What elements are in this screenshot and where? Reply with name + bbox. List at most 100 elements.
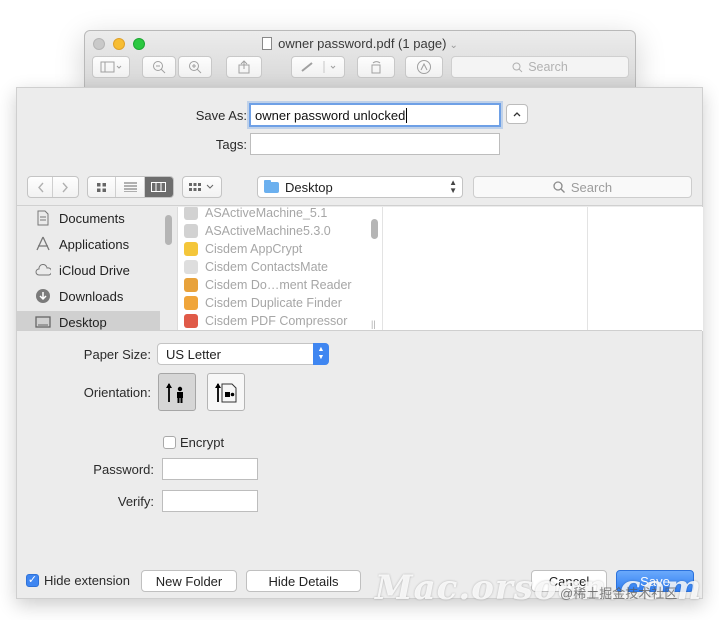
pen-icon [301,61,336,73]
zoom-in-button[interactable] [178,56,212,78]
list-item[interactable]: Cisdem AppCrypt [184,240,302,258]
save-header: Save As: owner password unlocked Tags: [17,88,702,166]
markup-button[interactable] [291,56,345,78]
desktop-icon [35,314,51,330]
pdf-document-icon [262,37,273,50]
finder-search-field[interactable]: Search [473,176,692,198]
list-view-button[interactable] [116,177,145,197]
grid-icon [97,182,107,192]
divider [17,330,702,331]
column-scrollbar[interactable] [371,219,378,239]
finder-search-placeholder: Search [570,179,613,195]
paper-size-label: Paper Size: [83,347,151,362]
file-name: Cisdem ContactsMate [205,260,328,274]
save-as-field[interactable]: owner password unlocked [249,103,501,127]
chevron-left-icon [37,182,44,192]
sidebar-view-button[interactable] [92,56,130,78]
column-view-button[interactable] [144,177,173,197]
watermark-caption: @稀土掘金技术社区 [560,586,678,601]
sidebar-item-label: Applications [59,236,130,252]
hide-extension-label: Hide extension [44,573,130,588]
list-item[interactable]: Cisdem Duplicate Finder [184,294,342,312]
sidebar-item-label: Desktop [59,314,107,330]
updown-arrows-icon: ▲ ▼ [313,343,329,365]
icon-view-button[interactable] [88,177,117,197]
hide-details-button[interactable]: Hide Details [246,570,361,592]
paper-size-value: US Letter [166,346,221,362]
encrypt-checkbox[interactable] [163,436,176,449]
file-name: Cisdem Duplicate Finder [205,296,342,310]
column-resize-handle[interactable]: || [371,319,376,329]
chevron-up-icon [513,112,521,117]
location-popup[interactable]: Desktop ▲ ▼ [257,176,463,198]
window-title: owner password.pdf (1 page) ⌄ [85,36,635,51]
file-name: ASActiveMachine_5.1 [205,207,328,220]
arrange-icon [189,183,214,191]
hide-extension-checkbox[interactable]: ✓ [26,574,39,587]
annotate-button[interactable] [405,56,443,78]
sidebar-item-desktop[interactable]: Desktop [17,311,160,331]
landscape-icon [215,383,237,403]
paper-size-popup[interactable]: US Letter ▲ ▼ [157,343,329,365]
list-item[interactable]: Cisdem ContactsMate [184,258,328,276]
zoom-out-icon [153,61,166,74]
file-name: Cisdem PDF Compressor [205,314,348,328]
documents-icon [35,210,51,226]
list-item[interactable]: ASActiveMachine5.3.0 [184,222,331,240]
group-button-inner [183,177,221,197]
folder-icon [264,179,279,193]
back-button[interactable] [28,177,54,197]
sidebar-item-applications[interactable]: Applications [17,233,160,255]
list-item[interactable]: Cisdem PDF Compressor [184,312,347,330]
zoom-out-button[interactable] [142,56,176,78]
sidebar-item-documents[interactable]: Documents [17,207,160,229]
new-folder-button[interactable]: New Folder [141,570,237,592]
file-name: ASActiveMachine5.3.0 [205,224,331,238]
file-name: Cisdem Do…ment Reader [205,278,352,292]
toolbar-search-field[interactable]: Search [451,56,629,78]
password-field[interactable] [162,458,258,480]
columns-icon [151,182,167,192]
location-value: Desktop [285,179,333,195]
list-item[interactable]: Cisdem Do…ment Reader [184,276,352,294]
tags-field[interactable] [250,133,500,155]
group-button[interactable] [182,176,222,198]
preview-window: owner password.pdf (1 page) ⌄ Search [84,30,636,90]
rotate-icon [371,61,381,74]
file-column: ASActiveMachine_5.1 ASActiveMachine5.3.0… [177,207,382,331]
collapse-button[interactable] [506,104,528,124]
portrait-icon [166,383,183,403]
sidebar-item-downloads[interactable]: Downloads [17,285,160,307]
verify-field[interactable] [162,490,258,512]
password-label: Password: [93,462,154,477]
portrait-orientation-button[interactable] [158,373,196,411]
sidebar-item-icloud[interactable]: iCloud Drive [17,259,160,281]
navigation-bar: Desktop ▲ ▼ Search [17,166,702,206]
rotate-button[interactable] [357,56,395,78]
downloads-icon [35,288,51,304]
share-button[interactable] [226,56,262,78]
save-as-value: owner password unlocked [255,108,406,123]
sidebar: Documents Applications iCloud Drive Down… [17,207,177,331]
app-icon [184,314,198,328]
search-icon [553,181,565,193]
annotate-icon [417,60,431,74]
tags-label: Tags: [215,137,247,152]
forward-button[interactable] [53,177,78,197]
search-icon [512,62,523,72]
orientation-label: Orientation: [83,385,151,400]
save-sheet: Save As: owner password unlocked Tags: D… [16,87,703,599]
sidebar-scrollbar[interactable] [165,215,172,245]
empty-column [382,207,587,331]
cloud-icon [35,262,51,278]
app-icon [184,242,198,256]
list-item[interactable]: ASActiveMachine_5.1 [184,207,327,222]
sidebar-item-label: iCloud Drive [59,262,130,278]
title-chevron-icon[interactable]: ⌄ [449,40,457,51]
chevron-right-icon [62,182,68,192]
empty-column [587,207,703,331]
landscape-orientation-button[interactable] [207,373,245,411]
sidebar-view-icon [100,61,122,73]
file-icon [184,207,198,220]
zoom-in-icon [189,61,202,74]
